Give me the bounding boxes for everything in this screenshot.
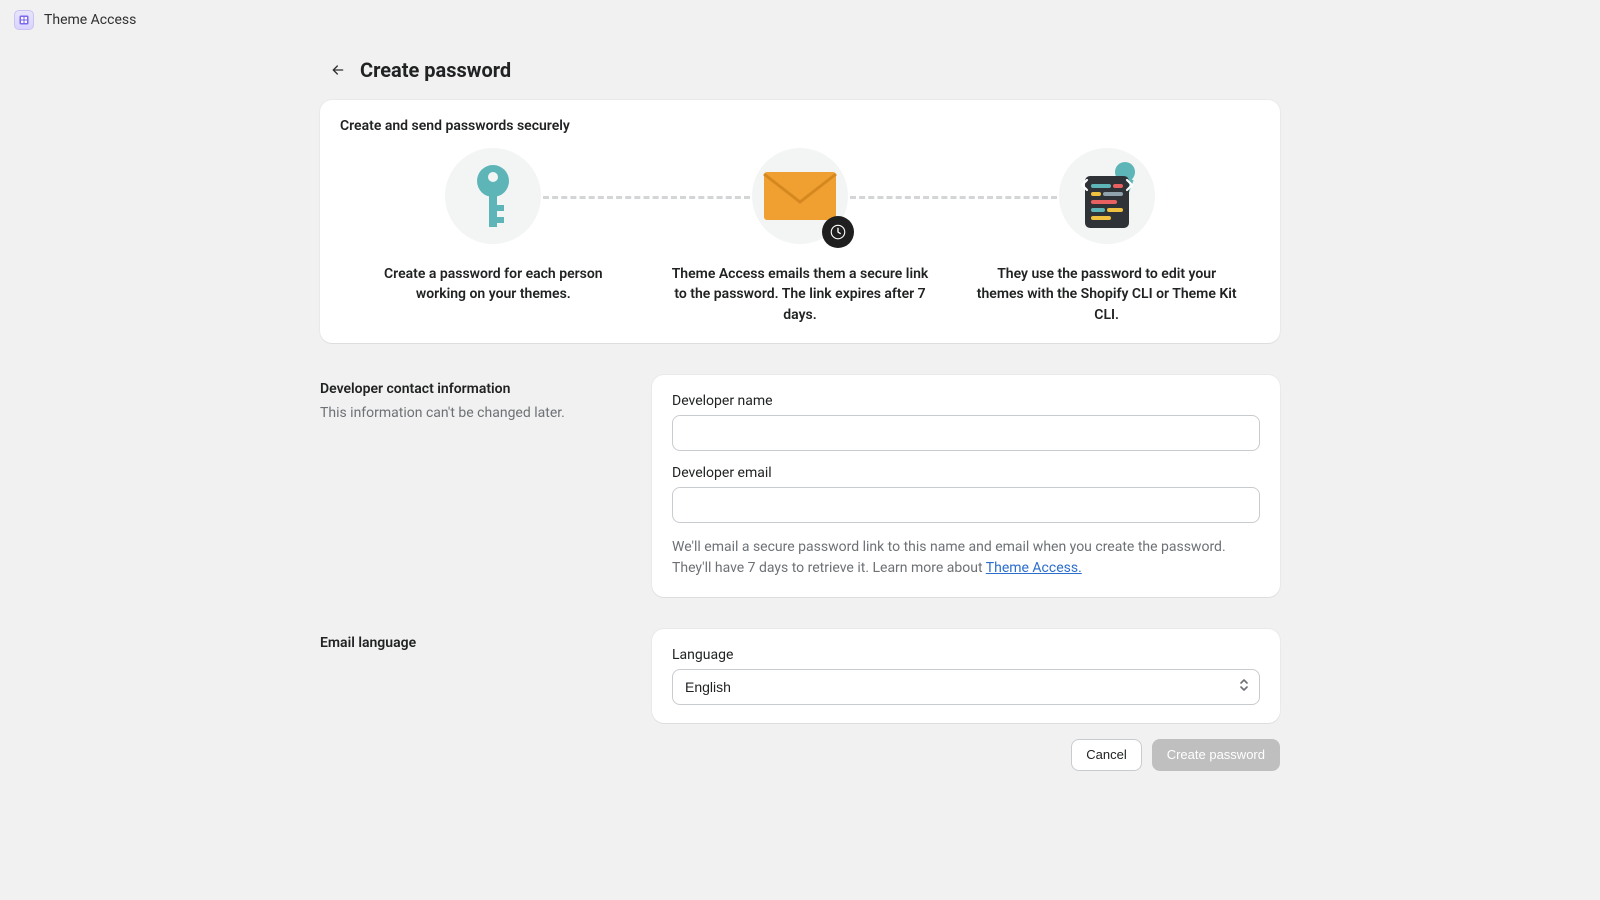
contact-help-text: We'll email a secure password link to th…: [672, 537, 1260, 579]
developer-email-label: Developer email: [672, 465, 1260, 481]
explainer-step-text: Theme Access emails them a secure link t…: [670, 264, 930, 325]
explainer-card: Create and send passwords securely Creat…: [320, 100, 1280, 343]
clock-icon: [822, 216, 854, 248]
back-button[interactable]: [326, 58, 350, 82]
explainer-step-3: They use the password to edit your theme…: [953, 148, 1260, 325]
connector-line: [543, 196, 750, 199]
envelope-icon: [760, 168, 840, 224]
contact-form-card: Developer name Developer email We'll ema…: [652, 375, 1280, 597]
language-section-heading: Email language: [320, 635, 620, 651]
developer-email-input[interactable]: [672, 487, 1260, 523]
language-form-card: Language English: [652, 629, 1280, 723]
app-icon: [14, 10, 34, 30]
theme-access-link[interactable]: Theme Access.: [986, 560, 1082, 576]
create-password-button[interactable]: Create password: [1152, 739, 1280, 771]
explainer-step-2: Theme Access emails them a secure link t…: [647, 148, 954, 325]
language-label: Language: [672, 647, 1260, 663]
cancel-button[interactable]: Cancel: [1071, 739, 1141, 771]
explainer-step-1: Create a password for each person workin…: [340, 148, 647, 305]
developer-name-input[interactable]: [672, 415, 1260, 451]
explainer-step-text: Create a password for each person workin…: [363, 264, 623, 305]
key-icon: [465, 161, 521, 231]
app-name: Theme Access: [44, 12, 136, 28]
explainer-step-text: They use the password to edit your theme…: [977, 264, 1237, 325]
developer-name-label: Developer name: [672, 393, 1260, 409]
arrow-left-icon: [330, 62, 346, 78]
explainer-title: Create and send passwords securely: [340, 118, 1260, 134]
connector-line: [850, 196, 1057, 199]
page-title: Create password: [360, 58, 511, 82]
contact-section-heading: Developer contact information: [320, 381, 620, 397]
language-select[interactable]: English: [672, 669, 1260, 705]
contact-section-subtext: This information can't be changed later.: [320, 405, 620, 421]
contact-help-text-prefix: We'll email a secure password link to th…: [672, 539, 1226, 576]
code-key-icon: [1067, 158, 1147, 234]
